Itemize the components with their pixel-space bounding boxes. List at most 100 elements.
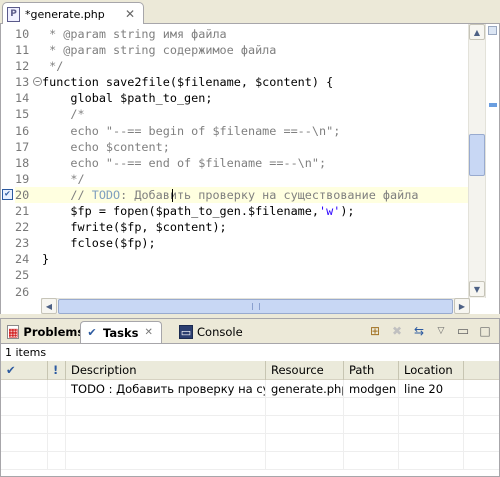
code-line[interactable]: 23 fclose($fp); — [15, 235, 470, 251]
column-resource[interactable]: Resource — [266, 361, 344, 380]
line-number: 23 — [15, 236, 30, 251]
line-number: 19 — [15, 171, 30, 186]
horizontal-scroll-thumb[interactable] — [58, 299, 453, 314]
tab-console-label: Console — [197, 325, 243, 339]
tab-tasks[interactable]: ✔ Tasks ✕ — [80, 321, 162, 343]
maximize-icon[interactable]: □ — [477, 323, 493, 339]
vertical-scrollbar[interactable]: ▲ ▼ — [468, 24, 485, 298]
code-line[interactable]: 20 // TODO: Добавить проверку на существ… — [2, 186, 470, 204]
code-line[interactable]: 24} — [15, 251, 470, 267]
vertical-scroll-thumb[interactable] — [469, 134, 485, 176]
editor-tab-label: *generate.php — [25, 7, 105, 21]
code-token: ); — [340, 204, 355, 219]
code-line[interactable]: 21 $fp = fopen($path_to_gen.$filename,'w… — [15, 203, 470, 219]
scroll-right-icon[interactable]: ▶ — [454, 298, 470, 314]
console-icon: ▭ — [179, 325, 193, 339]
table-row-empty — [1, 398, 499, 416]
code-token: 'w' — [319, 204, 341, 219]
code-token: echo "--== end of $filename ==--\n"; — [42, 155, 327, 170]
code-token: function save2file($filename, $content) … — [42, 75, 334, 90]
code-line[interactable]: 15 /* — [15, 106, 470, 122]
table-header: ✔ ! Description Resource Path Location — [1, 361, 499, 380]
line-number: 17 — [15, 139, 30, 154]
overview-status-icon — [488, 26, 497, 35]
code-line[interactable]: 17 echo $content; — [15, 139, 470, 155]
code-line[interactable]: 19 */ — [15, 171, 470, 187]
filter-icon[interactable]: ⇆ — [411, 323, 427, 339]
task-marker-icon[interactable]: ✔ — [2, 188, 13, 200]
line-number: 12 — [15, 59, 30, 74]
tasks-view: ▦ Problems ✔ Tasks ✕ ▭ Console ⊞ ✖ ⇆ ▽ ▭… — [0, 318, 500, 477]
column-location[interactable]: Location — [399, 361, 464, 380]
new-task-icon[interactable]: ⊞ — [367, 323, 383, 339]
delete-icon[interactable]: ✖ — [389, 323, 405, 339]
code-token: // — [42, 187, 92, 202]
code-text: * @param string имя файла — [42, 26, 227, 42]
table-row-empty — [1, 434, 499, 452]
code-line[interactable]: 11 * @param string содержимое файла — [15, 42, 470, 58]
code-line[interactable]: 14 global $path_to_gen; — [15, 90, 470, 106]
code-token: echo $content; — [42, 139, 170, 154]
overview-ruler[interactable] — [485, 24, 499, 298]
code-line[interactable]: 25 — [15, 267, 470, 283]
line-number: 14 — [15, 91, 30, 106]
line-number: 25 — [15, 268, 30, 283]
close-icon[interactable]: ✕ — [144, 327, 152, 338]
column-description[interactable]: Description — [66, 361, 266, 380]
task-checkbox[interactable] — [1, 380, 48, 398]
code-line[interactable]: 22 fwrite($fp, $content); — [15, 219, 470, 235]
code-text: * @param string содержимое файла — [42, 42, 276, 58]
code-token: echo "--== begin of $filename ==--\n"; — [42, 123, 341, 138]
code-line[interactable]: 16 echo "--== begin of $filename ==--\n"… — [15, 123, 470, 139]
code-area[interactable]: 10 * @param string имя файла 11 * @param … — [2, 26, 470, 299]
code-line[interactable]: 13 function save2file($filename, $content… — [15, 74, 470, 90]
code-text: } — [42, 251, 49, 267]
minimize-icon[interactable]: ▭ — [455, 323, 471, 339]
column-completed[interactable]: ✔ — [1, 361, 48, 380]
code-token: */ — [42, 171, 85, 186]
horizontal-scrollbar[interactable]: ◀ ▶ — [41, 298, 470, 314]
view-menu-icon[interactable]: ▽ — [433, 323, 449, 339]
close-icon[interactable]: ✕ — [125, 7, 135, 21]
view-toolbar: ⊞ ✖ ⇆ ▽ ▭ □ — [367, 323, 493, 339]
code-text: global $path_to_gen; — [42, 90, 212, 106]
tasks-table: ✔ ! Description Resource Path Location T… — [1, 361, 499, 476]
line-number: 11 — [15, 43, 30, 58]
line-number: 22 — [15, 220, 30, 235]
task-description: TODO : Добавить проверку на сущ... — [66, 380, 266, 398]
tab-console[interactable]: ▭ Console — [175, 321, 245, 343]
php-file-icon: P — [7, 6, 20, 22]
table-row[interactable]: TODO : Добавить проверку на сущ... gener… — [1, 380, 499, 398]
column-path[interactable]: Path — [344, 361, 399, 380]
line-number: 18 — [15, 155, 30, 170]
table-row-empty — [1, 416, 499, 434]
code-text: /* — [42, 106, 84, 122]
annotation-ruler — [1, 24, 15, 298]
code-token: * @param string содержимое файла — [42, 43, 277, 58]
code-token: TODO — [91, 187, 121, 202]
code-text: echo "--== end of $filename ==--\n"; — [42, 155, 326, 171]
scroll-down-icon[interactable]: ▼ — [469, 281, 485, 297]
editor-tab-bar: P *generate.php ✕ — [0, 0, 500, 25]
code-line[interactable]: 10 * @param string имя файла — [15, 26, 470, 42]
code-line[interactable]: 18 echo "--== end of $filename ==--\n"; — [15, 155, 470, 171]
tab-problems-label: Problems — [23, 325, 85, 339]
line-number: 16 — [15, 123, 30, 138]
code-token: global $path_to_gen; — [42, 91, 213, 106]
tab-tasks-label: Tasks — [103, 325, 139, 340]
code-text: fwrite($fp, $content); — [42, 219, 226, 235]
code-text: $fp = fopen($path_to_gen.$filename,'w'); — [42, 203, 355, 219]
line-number: 26 — [15, 284, 30, 299]
scroll-up-icon[interactable]: ▲ — [469, 24, 485, 40]
code-text: echo $content; — [42, 139, 170, 155]
item-count: 1 items — [1, 344, 499, 361]
tab-problems[interactable]: ▦ Problems — [3, 321, 84, 343]
code-line[interactable]: 12 */ — [15, 58, 470, 74]
scroll-left-icon[interactable]: ◀ — [41, 298, 57, 314]
check-icon: ✔ — [6, 363, 16, 377]
task-overview-mark[interactable] — [489, 103, 497, 107]
task-priority — [48, 380, 66, 398]
code-editor[interactable]: 10 * @param string имя файла 11 * @param … — [0, 24, 500, 314]
column-priority[interactable]: ! — [48, 361, 66, 380]
editor-tab-generate-php[interactable]: P *generate.php ✕ — [2, 2, 144, 25]
